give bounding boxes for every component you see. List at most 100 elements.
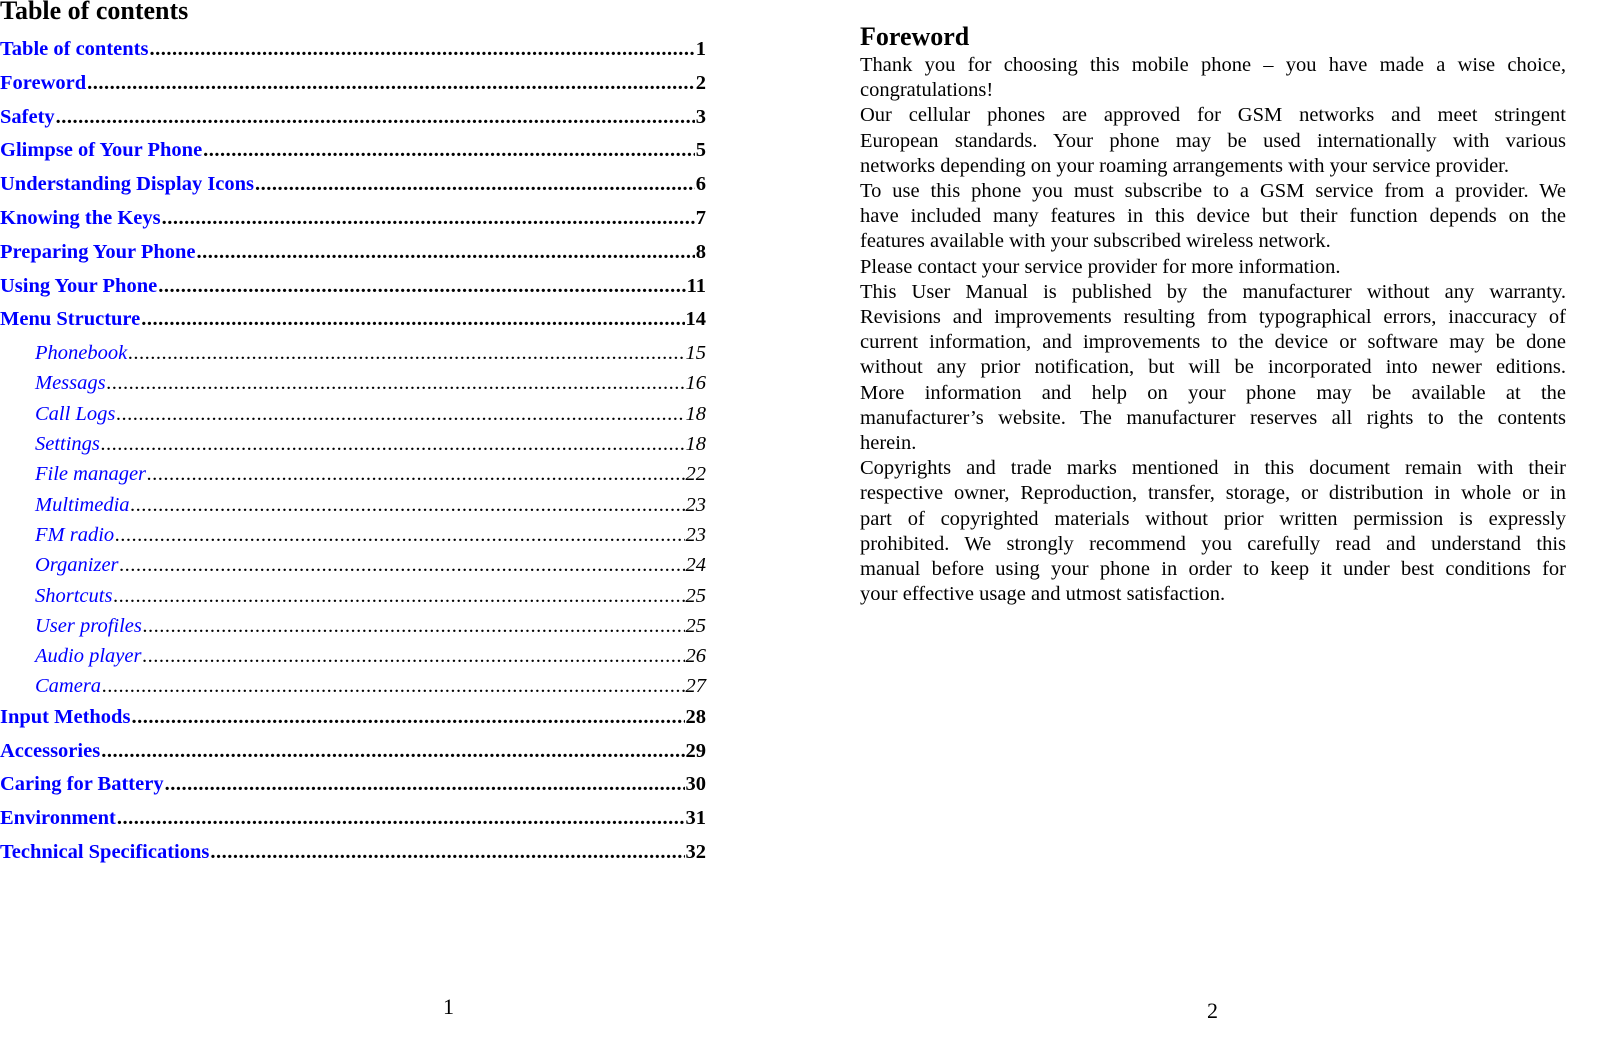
dot-leader [116,403,684,426]
dot-leader [158,275,685,298]
text-line: Please contact your service provider for… [860,255,1341,278]
toc-entry[interactable]: Safety 3 [0,106,706,140]
toc-entry-link[interactable]: Messags [35,372,106,395]
toc-heading: Table of contents [0,0,189,25]
toc-entry-link[interactable]: Environment [0,807,116,830]
text-line: have included many features in this devi… [860,205,1566,228]
toc-page-number: 16 [685,372,707,395]
dot-leader [102,675,684,698]
toc-entry[interactable]: Preparing Your Phone 8 [0,241,706,275]
dot-leader [87,72,695,95]
toc-entry-link[interactable]: Settings [35,433,100,456]
toc-entry[interactable]: Environment 31 [0,807,706,841]
dot-leader [113,585,684,608]
toc-page-number: 6 [695,173,706,196]
toc-entry-link[interactable]: Caring for Battery [0,773,164,796]
dot-leader [101,433,685,456]
toc-entry-link[interactable]: Safety [0,106,55,129]
toc-entry[interactable]: Audio player 26 [0,645,706,675]
dot-leader [120,554,685,577]
toc-entry-link[interactable]: Knowing the Keys [0,207,161,230]
toc-entry[interactable]: Technical Specifications 32 [0,841,706,875]
toc-entry-link[interactable]: Input Methods [0,706,130,729]
toc-entry[interactable]: Settings 18 [0,433,706,463]
text-line: current information, and improvements to… [860,331,1566,354]
toc-entry-link[interactable]: Using Your Phone [0,275,157,298]
dot-leader [255,173,695,196]
text-line: This User Manual is published by the man… [860,280,1566,303]
toc-entry-link[interactable]: Call Logs [35,403,115,426]
toc-entry-link[interactable]: Understanding Display Icons [0,173,254,196]
dot-leader [142,645,684,668]
toc-entry-link[interactable]: Organizer [35,554,119,577]
text-line: networks depending on your roaming arran… [860,154,1509,177]
toc-entry[interactable]: File manager 22 [0,463,706,493]
text-line: manual before using your phone in order … [860,558,1566,581]
toc-entry[interactable]: Messags 16 [0,372,706,402]
toc-entry-link[interactable]: Accessories [0,740,100,763]
text-line: Thank you for choosing this mobile phone… [860,54,1566,76]
dot-leader [203,139,695,162]
toc-entry[interactable]: Menu Structure 14 [0,308,706,342]
toc-page-number: 18 [685,433,707,456]
toc-entry[interactable]: Table of contents 1 [0,38,706,72]
text-line: European standards. Your phone may be us… [860,129,1566,152]
toc-page-number: 27 [685,675,707,698]
toc-page-number: 28 [685,705,707,728]
toc-entry[interactable]: Knowing the Keys 7 [0,207,706,241]
toc-entry[interactable]: Camera 27 [0,675,706,705]
toc-entry[interactable]: Call Logs 18 [0,403,706,433]
dot-leader [131,494,685,517]
toc-entry-link[interactable]: Preparing Your Phone [0,241,196,264]
toc-entry-link[interactable]: FM radio [35,524,114,547]
text-line: Copyrights and trade marks mentioned in … [860,457,1566,480]
toc-page-number: 23 [685,523,707,546]
toc-entry[interactable]: Caring for Battery 30 [0,773,706,807]
toc-entry-link[interactable]: Menu Structure [0,308,140,331]
paragraph: To use this phone you must subscribe to … [860,179,1566,255]
toc-entry[interactable]: Input Methods 28 [0,706,706,740]
toc-entry[interactable]: Shortcuts 25 [0,585,706,615]
toc-entry-link[interactable]: Technical Specifications [0,841,209,864]
toc-entry-link[interactable]: Audio player [35,645,141,668]
toc-entry-link[interactable]: Glimpse of Your Phone [0,139,202,162]
toc-entry-link[interactable]: Multimedia [35,494,130,517]
toc-entry[interactable]: Understanding Display Icons 6 [0,173,706,207]
toc-entry[interactable]: Phonebook 15 [0,342,706,372]
foreword-body: Thank you for choosing this mobile phone… [860,53,1566,607]
toc-page-number: 23 [685,493,707,516]
toc-entry[interactable]: User profiles 25 [0,615,706,645]
toc-entry[interactable]: Multimedia 23 [0,494,706,524]
toc-entry-link[interactable]: Phonebook [35,342,127,365]
toc-entry[interactable]: Organizer 24 [0,554,706,584]
toc-page-number: 3 [695,105,706,128]
text-line: herein. [860,432,917,455]
toc-entry-link[interactable]: File manager [35,463,146,486]
toc-entry-link[interactable]: Shortcuts [35,585,112,608]
toc-entry-link[interactable]: Table of contents [0,38,148,61]
toc-page-number: 25 [685,584,707,607]
toc-entry-link[interactable]: Foreword [0,72,86,95]
text-line: features available with your subscribed … [860,230,1331,253]
toc-entry[interactable]: Glimpse of Your Phone 5 [0,139,706,173]
toc-page-number: 2 [695,71,706,94]
page-number-right: 2 [1207,998,1218,1023]
text-line: your effective usage and utmost satisfac… [860,583,1226,606]
toc-entry[interactable]: Foreword 2 [0,72,706,106]
toc-entry[interactable]: Using Your Phone 11 [0,275,706,309]
dot-leader [165,773,685,796]
page-number-left: 1 [443,994,454,1019]
foreword-heading: Foreword [860,22,970,51]
toc-entry[interactable]: FM radio 23 [0,524,706,554]
dot-leader [197,241,695,264]
toc-page-number: 18 [685,402,707,425]
toc-page-number: 5 [695,139,706,162]
text-line: without any prior notification, but will… [860,356,1566,379]
dot-leader [143,615,685,638]
toc-entry[interactable]: Accessories 29 [0,740,706,774]
toc-page-number: 15 [685,342,707,365]
toc-entry-link[interactable]: Camera [35,675,101,698]
text-line: To use this phone you must subscribe to … [860,180,1566,203]
toc-entry-link[interactable]: User profiles [35,615,142,638]
toc-page-number: 11 [686,274,706,297]
